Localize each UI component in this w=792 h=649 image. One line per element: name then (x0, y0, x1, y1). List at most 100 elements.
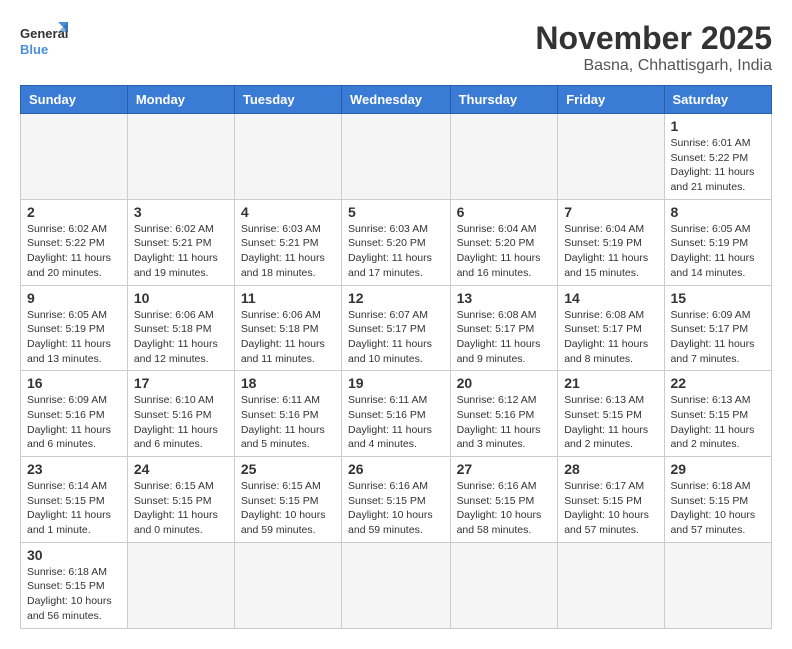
header-wednesday: Wednesday (342, 86, 451, 114)
calendar-table: Sunday Monday Tuesday Wednesday Thursday… (20, 85, 772, 629)
day-info-14: Sunrise: 6:08 AMSunset: 5:17 PMDaylight:… (564, 308, 657, 367)
day-16: 16 Sunrise: 6:09 AMSunset: 5:16 PMDaylig… (21, 371, 128, 457)
day-30: 30 Sunrise: 6:18 AMSunset: 5:15 PMDaylig… (21, 542, 128, 628)
day-20: 20 Sunrise: 6:12 AMSunset: 5:16 PMDaylig… (450, 371, 558, 457)
day-number-17: 17 (134, 375, 228, 391)
day-info-26: Sunrise: 6:16 AMSunset: 5:15 PMDaylight:… (348, 479, 444, 538)
day-13: 13 Sunrise: 6:08 AMSunset: 5:17 PMDaylig… (450, 285, 558, 371)
logo-svg: General Blue (20, 20, 70, 64)
day-number-14: 14 (564, 290, 657, 306)
day-22: 22 Sunrise: 6:13 AMSunset: 5:15 PMDaylig… (664, 371, 771, 457)
day-info-13: Sunrise: 6:08 AMSunset: 5:17 PMDaylight:… (457, 308, 552, 367)
header: General Blue November 2025 Basna, Chhatt… (20, 20, 772, 75)
day-24: 24 Sunrise: 6:15 AMSunset: 5:15 PMDaylig… (127, 457, 234, 543)
day-26: 26 Sunrise: 6:16 AMSunset: 5:15 PMDaylig… (342, 457, 451, 543)
day-number-3: 3 (134, 204, 228, 220)
day-info-24: Sunrise: 6:15 AMSunset: 5:15 PMDaylight:… (134, 479, 228, 538)
empty-cell (450, 114, 558, 200)
day-number-24: 24 (134, 461, 228, 477)
day-info-4: Sunrise: 6:03 AMSunset: 5:21 PMDaylight:… (241, 222, 335, 281)
day-info-8: Sunrise: 6:05 AMSunset: 5:19 PMDaylight:… (671, 222, 765, 281)
day-number-15: 15 (671, 290, 765, 306)
day-21: 21 Sunrise: 6:13 AMSunset: 5:15 PMDaylig… (558, 371, 664, 457)
day-info-23: Sunrise: 6:14 AMSunset: 5:15 PMDaylight:… (27, 479, 121, 538)
empty-cell (234, 542, 341, 628)
day-14: 14 Sunrise: 6:08 AMSunset: 5:17 PMDaylig… (558, 285, 664, 371)
day-info-16: Sunrise: 6:09 AMSunset: 5:16 PMDaylight:… (27, 393, 121, 452)
day-3: 3 Sunrise: 6:02 AMSunset: 5:21 PMDayligh… (127, 199, 234, 285)
calendar-row-5: 23 Sunrise: 6:14 AMSunset: 5:15 PMDaylig… (21, 457, 772, 543)
day-25: 25 Sunrise: 6:15 AMSunset: 5:15 PMDaylig… (234, 457, 341, 543)
day-28: 28 Sunrise: 6:17 AMSunset: 5:15 PMDaylig… (558, 457, 664, 543)
calendar-row-6: 30 Sunrise: 6:18 AMSunset: 5:15 PMDaylig… (21, 542, 772, 628)
empty-cell (21, 114, 128, 200)
day-number-2: 2 (27, 204, 121, 220)
calendar-row-2: 2 Sunrise: 6:02 AMSunset: 5:22 PMDayligh… (21, 199, 772, 285)
day-number-1: 1 (671, 118, 765, 134)
day-2: 2 Sunrise: 6:02 AMSunset: 5:22 PMDayligh… (21, 199, 128, 285)
header-saturday: Saturday (664, 86, 771, 114)
empty-cell (127, 114, 234, 200)
day-4: 4 Sunrise: 6:03 AMSunset: 5:21 PMDayligh… (234, 199, 341, 285)
day-info-6: Sunrise: 6:04 AMSunset: 5:20 PMDaylight:… (457, 222, 552, 281)
day-info-3: Sunrise: 6:02 AMSunset: 5:21 PMDaylight:… (134, 222, 228, 281)
header-thursday: Thursday (450, 86, 558, 114)
day-5: 5 Sunrise: 6:03 AMSunset: 5:20 PMDayligh… (342, 199, 451, 285)
empty-cell (127, 542, 234, 628)
day-info-15: Sunrise: 6:09 AMSunset: 5:17 PMDaylight:… (671, 308, 765, 367)
empty-cell (342, 542, 451, 628)
day-number-29: 29 (671, 461, 765, 477)
day-6: 6 Sunrise: 6:04 AMSunset: 5:20 PMDayligh… (450, 199, 558, 285)
day-number-22: 22 (671, 375, 765, 391)
day-number-28: 28 (564, 461, 657, 477)
day-number-27: 27 (457, 461, 552, 477)
day-12: 12 Sunrise: 6:07 AMSunset: 5:17 PMDaylig… (342, 285, 451, 371)
calendar-row-4: 16 Sunrise: 6:09 AMSunset: 5:16 PMDaylig… (21, 371, 772, 457)
location-subtitle: Basna, Chhattisgarh, India (535, 57, 772, 75)
day-info-20: Sunrise: 6:12 AMSunset: 5:16 PMDaylight:… (457, 393, 552, 452)
calendar-row-1: 1 Sunrise: 6:01 AMSunset: 5:22 PMDayligh… (21, 114, 772, 200)
day-number-7: 7 (564, 204, 657, 220)
day-info-19: Sunrise: 6:11 AMSunset: 5:16 PMDaylight:… (348, 393, 444, 452)
day-info-12: Sunrise: 6:07 AMSunset: 5:17 PMDaylight:… (348, 308, 444, 367)
day-18: 18 Sunrise: 6:11 AMSunset: 5:16 PMDaylig… (234, 371, 341, 457)
empty-cell (558, 114, 664, 200)
day-info-1: Sunrise: 6:01 AMSunset: 5:22 PMDaylight:… (671, 136, 765, 195)
day-number-13: 13 (457, 290, 552, 306)
svg-text:Blue: Blue (20, 42, 48, 57)
day-info-27: Sunrise: 6:16 AMSunset: 5:15 PMDaylight:… (457, 479, 552, 538)
day-number-18: 18 (241, 375, 335, 391)
day-23: 23 Sunrise: 6:14 AMSunset: 5:15 PMDaylig… (21, 457, 128, 543)
day-number-10: 10 (134, 290, 228, 306)
empty-cell (342, 114, 451, 200)
day-29: 29 Sunrise: 6:18 AMSunset: 5:15 PMDaylig… (664, 457, 771, 543)
day-9: 9 Sunrise: 6:05 AMSunset: 5:19 PMDayligh… (21, 285, 128, 371)
day-info-30: Sunrise: 6:18 AMSunset: 5:15 PMDaylight:… (27, 565, 121, 624)
day-17: 17 Sunrise: 6:10 AMSunset: 5:16 PMDaylig… (127, 371, 234, 457)
day-11: 11 Sunrise: 6:06 AMSunset: 5:18 PMDaylig… (234, 285, 341, 371)
day-number-11: 11 (241, 290, 335, 306)
header-friday: Friday (558, 86, 664, 114)
day-number-5: 5 (348, 204, 444, 220)
day-info-21: Sunrise: 6:13 AMSunset: 5:15 PMDaylight:… (564, 393, 657, 452)
day-10: 10 Sunrise: 6:06 AMSunset: 5:18 PMDaylig… (127, 285, 234, 371)
day-number-4: 4 (241, 204, 335, 220)
day-info-28: Sunrise: 6:17 AMSunset: 5:15 PMDaylight:… (564, 479, 657, 538)
day-number-12: 12 (348, 290, 444, 306)
day-number-26: 26 (348, 461, 444, 477)
logo: General Blue (20, 20, 70, 64)
day-info-29: Sunrise: 6:18 AMSunset: 5:15 PMDaylight:… (671, 479, 765, 538)
day-number-25: 25 (241, 461, 335, 477)
title-block: November 2025 Basna, Chhattisgarh, India (535, 20, 772, 75)
day-info-22: Sunrise: 6:13 AMSunset: 5:15 PMDaylight:… (671, 393, 765, 452)
day-number-23: 23 (27, 461, 121, 477)
month-year-title: November 2025 (535, 20, 772, 57)
day-number-6: 6 (457, 204, 552, 220)
day-info-18: Sunrise: 6:11 AMSunset: 5:16 PMDaylight:… (241, 393, 335, 452)
day-1: 1 Sunrise: 6:01 AMSunset: 5:22 PMDayligh… (664, 114, 771, 200)
weekday-header-row: Sunday Monday Tuesday Wednesday Thursday… (21, 86, 772, 114)
day-info-2: Sunrise: 6:02 AMSunset: 5:22 PMDaylight:… (27, 222, 121, 281)
empty-cell (558, 542, 664, 628)
header-sunday: Sunday (21, 86, 128, 114)
day-number-16: 16 (27, 375, 121, 391)
